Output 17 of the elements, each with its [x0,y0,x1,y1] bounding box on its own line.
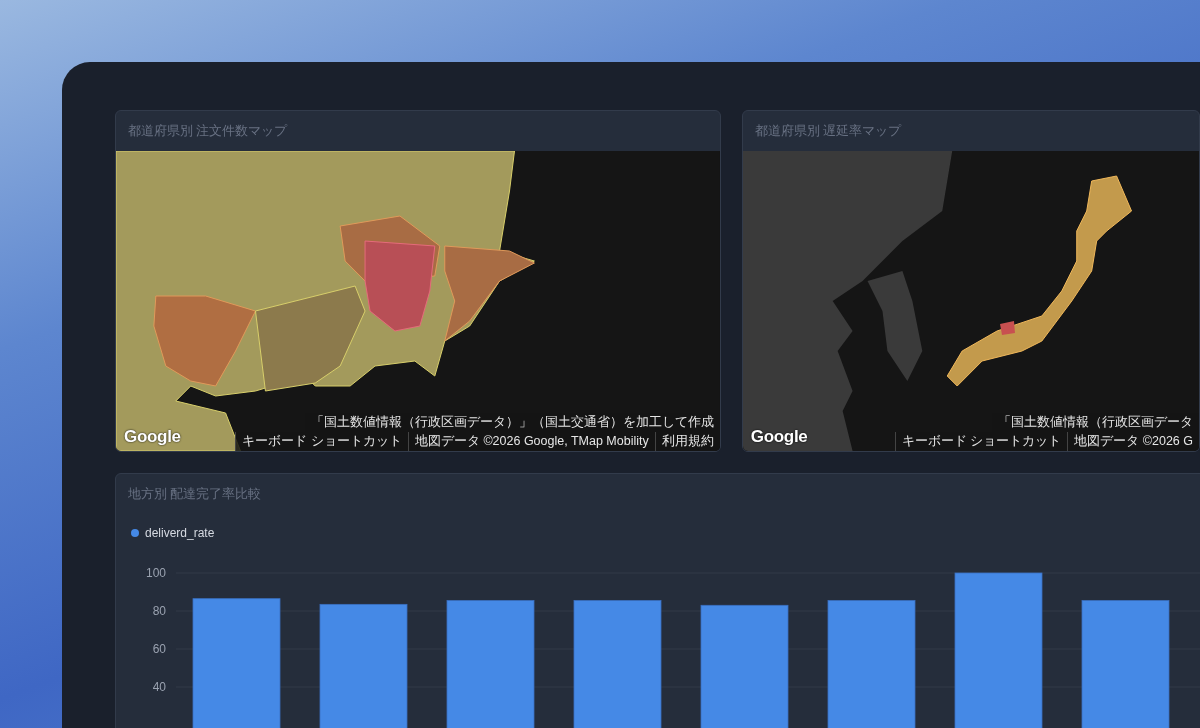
axis-tick-label: 80 [152,604,166,618]
panel-title: 都道府県別 注文件数マップ [127,123,289,140]
map-drawing[interactable] [116,151,720,451]
map-logo: Google [750,427,808,447]
axis-tick-label: 100 [145,566,166,580]
map-logo: Google [124,427,181,447]
legend-label: deliverd_rate [145,526,215,540]
panel-title: 都道府県別 遅延率マップ [753,123,903,140]
map-link[interactable]: キーボード ショートカット [894,432,1068,451]
map-link[interactable]: 地図データ ©2026 Google, TMap Mobility [407,432,655,451]
map-link[interactable]: キーボード ショートカット [235,432,408,451]
axis-tick-label: 60 [152,642,166,656]
map-link[interactable]: 地図データ ©2026 G [1067,432,1199,451]
map-link[interactable]: 利用規約 [654,432,720,451]
map-drawing[interactable] [742,151,1199,451]
panel-title: 地方別 配達完了率比較 [127,486,263,503]
axis-tick-label: 40 [152,680,166,694]
